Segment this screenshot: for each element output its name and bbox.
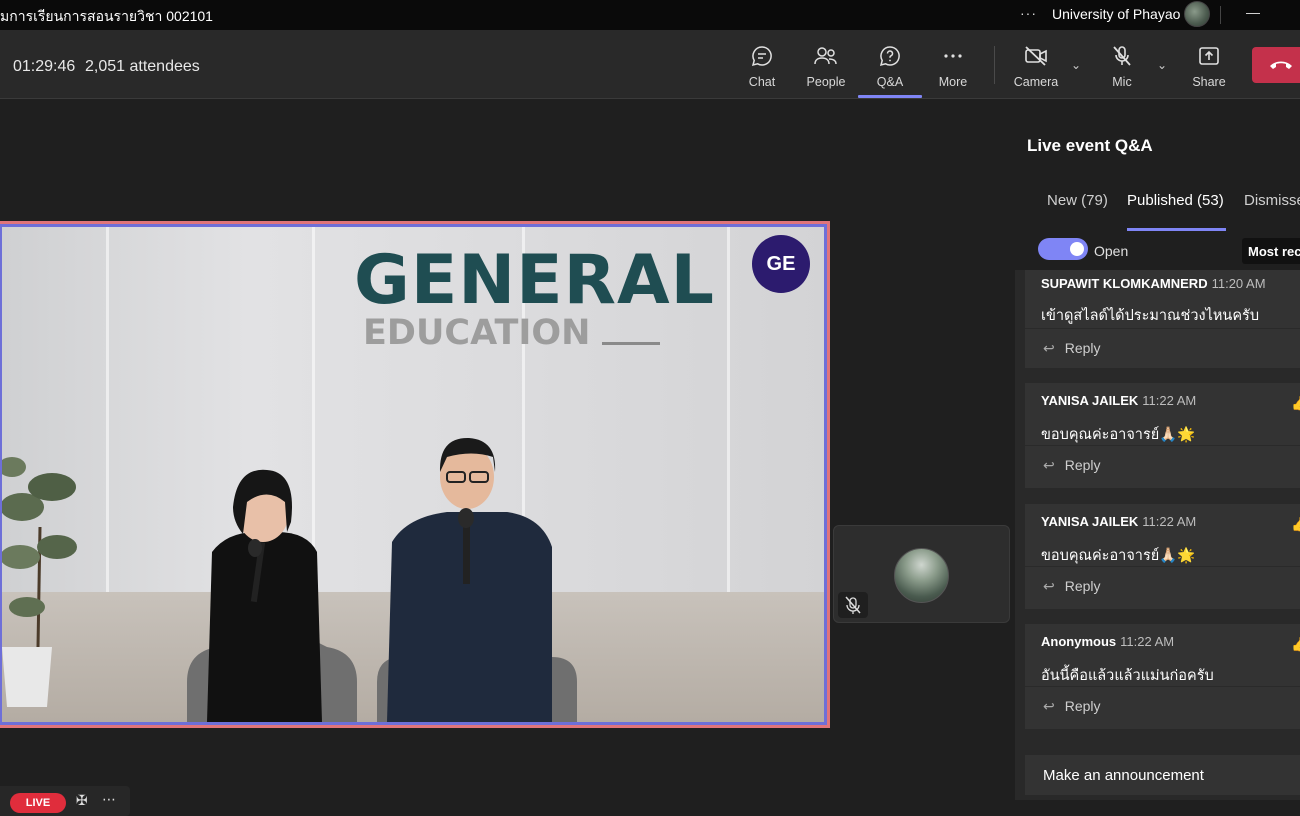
tab-dismissed[interactable]: Dismissed	[1244, 192, 1300, 209]
reply-icon: ↩	[1043, 457, 1055, 473]
question-author: Anonymous 11:22 AM	[1041, 634, 1175, 649]
minimize-button[interactable]: —	[1246, 4, 1260, 20]
active-tab-indicator	[1127, 228, 1226, 231]
camera-options-chevron-icon[interactable]: ⌄	[1071, 58, 1081, 72]
qa-panel-title: Live event Q&A	[1027, 136, 1153, 155]
live-video-feed[interactable]: GENERAL EDUCATION GE	[0, 224, 827, 725]
qa-controls: Open Most recent	[1015, 232, 1300, 270]
reply-icon: ↩	[1043, 578, 1055, 594]
camera-label: Camera	[1013, 75, 1059, 89]
organization-name[interactable]: University of Phayao	[1052, 6, 1180, 22]
qa-panel: Live event Q&A New (79) Published (53) D…	[1015, 100, 1300, 800]
active-tab-indicator	[858, 95, 922, 98]
qa-button[interactable]: Q&A	[858, 40, 922, 98]
presenter-woman	[187, 469, 357, 722]
question-text: เข้าดูสไลด์ได้ประมาณช่วงไหนครับ	[1041, 308, 1260, 324]
reply-button[interactable]: ↩ Reply	[1043, 457, 1101, 474]
people-button[interactable]: People	[794, 40, 858, 96]
qa-open-label: Open	[1094, 243, 1129, 259]
mic-label: Mic	[1112, 75, 1132, 89]
participant-avatar	[894, 548, 949, 603]
plant-decoration	[2, 457, 77, 707]
live-controls-bar: LIVE ✠ ⋯	[0, 786, 130, 816]
muted-mic-icon	[838, 592, 868, 618]
like-icon[interactable]: 👍	[1291, 516, 1300, 533]
question-card: SUPAWIT KLOMKAMNERD 11:20 AM เข้าดูสไลด์ไ…	[1025, 270, 1300, 368]
live-video-frame: GENERAL EDUCATION GE	[0, 221, 830, 728]
title-bar: มการเรียนการสอนรายวิชา 002101 ··· Univer…	[0, 0, 1300, 30]
more-button[interactable]: More	[921, 40, 985, 96]
question-card: YANISA JAILEK 11:22 AM 👍 ขอบคุณค่ะอาจารย์…	[1025, 383, 1300, 488]
banner-title: GENERAL	[354, 241, 715, 320]
camera-off-icon	[1025, 46, 1047, 66]
card-divider	[1025, 328, 1300, 329]
share-label: Share	[1192, 75, 1226, 89]
self-video-tile[interactable]	[833, 525, 1010, 623]
share-button[interactable]: Share	[1177, 40, 1241, 96]
people-label: People	[806, 75, 846, 89]
hang-up-icon	[1270, 61, 1292, 69]
tab-new[interactable]: New (79)	[1047, 192, 1108, 209]
like-icon[interactable]: 👍	[1291, 395, 1300, 412]
mic-button[interactable]: Mic	[1090, 40, 1154, 96]
leave-button[interactable]	[1252, 47, 1300, 83]
more-label: More	[938, 75, 968, 89]
pin-icon[interactable]: ✠	[76, 792, 88, 809]
reply-button[interactable]: ↩ Reply	[1043, 578, 1101, 595]
make-announcement-button[interactable]: Make an announcement	[1025, 755, 1300, 795]
reply-icon: ↩	[1043, 698, 1055, 714]
qa-open-toggle[interactable]	[1038, 238, 1088, 260]
card-divider	[1025, 566, 1300, 567]
chat-icon	[751, 46, 772, 67]
wall-panel	[106, 227, 109, 592]
more-options-icon[interactable]: ···	[1020, 5, 1037, 21]
wall-panel	[727, 227, 730, 592]
sort-dropdown[interactable]: Most recent	[1242, 238, 1300, 264]
meeting-timer: 01:29:46	[13, 58, 76, 75]
window-title: มการเรียนการสอนรายวิชา 002101	[0, 8, 213, 24]
question-card: YANISA JAILEK 11:22 AM 👍 ขอบคุณค่ะอาจารย์…	[1025, 504, 1300, 609]
question-author: YANISA JAILEK 11:22 AM	[1041, 393, 1197, 408]
chat-label: Chat	[748, 75, 776, 89]
reply-icon: ↩	[1043, 340, 1055, 356]
question-card: Anonymous 11:22 AM 👍 อันนี้คือแล้วแล้วแม่…	[1025, 624, 1300, 729]
stage-area: GENERAL EDUCATION GE LIVE ✠ ⋯	[0, 100, 1015, 816]
presenter-man	[377, 437, 577, 722]
share-icon	[1199, 47, 1219, 65]
qa-tabs: New (79) Published (53) Dismissed	[1015, 182, 1300, 232]
card-divider	[1025, 686, 1300, 687]
banner-underline	[602, 342, 660, 345]
general-education-logo: GE	[752, 235, 810, 293]
question-author: YANISA JAILEK 11:22 AM	[1041, 514, 1197, 529]
question-text: อันนี้คือแล้วแล้วแม่นก่อครับ	[1041, 668, 1214, 684]
banner-subtitle: EDUCATION	[363, 313, 591, 353]
question-text: ขอบคุณค่ะอาจารย์🙏🏻🌟	[1041, 427, 1196, 443]
title-divider	[1220, 6, 1221, 24]
more-icon	[944, 54, 962, 58]
qa-label: Q&A	[876, 75, 904, 89]
chat-button[interactable]: Chat	[730, 40, 794, 96]
live-badge: LIVE	[10, 793, 66, 813]
question-author: SUPAWIT KLOMKAMNERD 11:20 AM	[1041, 276, 1266, 291]
mic-options-chevron-icon[interactable]: ⌄	[1157, 58, 1167, 72]
meeting-toolbar: 01:29:46 2,051 attendees Chat People Q&A…	[0, 30, 1300, 99]
card-divider	[1025, 445, 1300, 446]
attendee-count: 2,051 attendees	[85, 58, 200, 75]
qa-header: Live event Q&A	[1015, 100, 1300, 182]
question-text: ขอบคุณค่ะอาจารย์🙏🏻🌟	[1041, 548, 1196, 564]
tab-published[interactable]: Published (53)	[1127, 192, 1224, 209]
toolbar-divider	[994, 46, 995, 84]
mic-off-icon	[1113, 46, 1131, 66]
camera-button[interactable]: Camera	[1004, 40, 1068, 96]
user-avatar[interactable]	[1184, 1, 1210, 27]
like-icon[interactable]: 👍	[1291, 636, 1300, 653]
qa-icon	[879, 46, 900, 67]
people-icon	[814, 47, 837, 65]
reply-button[interactable]: ↩ Reply	[1043, 698, 1101, 715]
reply-button[interactable]: ↩ Reply	[1043, 340, 1101, 357]
